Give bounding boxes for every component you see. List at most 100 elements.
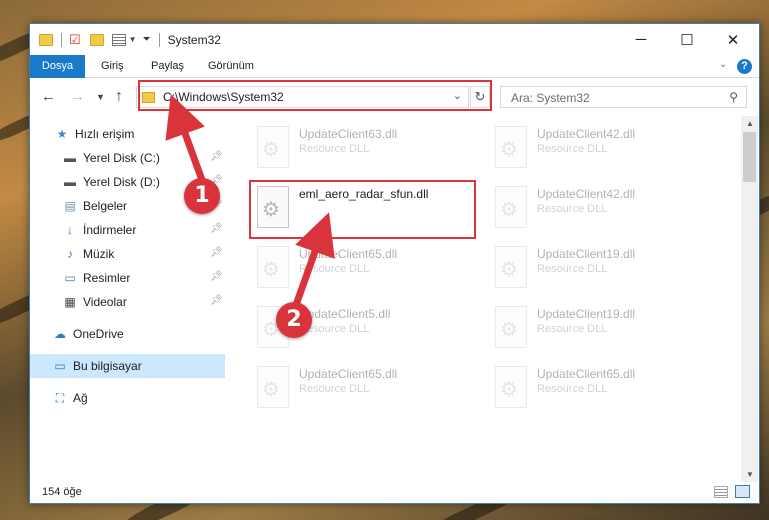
tab-share[interactable]: Paylaş bbox=[151, 55, 184, 78]
file-type: Resource DLL bbox=[299, 143, 370, 155]
sidebar-item-label: Yerel Disk (C:) bbox=[83, 151, 160, 165]
file-name: UpdateClient65.dll bbox=[537, 367, 636, 381]
file-name: UpdateClient65.dll bbox=[299, 367, 398, 381]
sidebar-item-drive-c[interactable]: ▬ Yerel Disk (C:) 📌︎ bbox=[30, 146, 225, 170]
file-type: Resource DLL bbox=[537, 323, 608, 335]
gear-icon: ⚙ bbox=[262, 379, 280, 401]
document-icon: ▤ bbox=[64, 199, 76, 213]
dll-file-icon: ⚙ bbox=[495, 306, 527, 348]
file-item[interactable]: ⚙ UpdateClient19.dll Resource DLL bbox=[489, 242, 719, 296]
file-name: UpdateClient19.dll bbox=[537, 307, 636, 321]
explorer-window: ☑ ▼ ⏷ System32 ─ ☐ ✕ Dosya Giriş Paylaş … bbox=[29, 23, 760, 504]
close-button[interactable]: ✕ bbox=[710, 24, 756, 55]
sidebar-item-this-pc[interactable]: ▭ Bu bilgisayar bbox=[30, 354, 225, 378]
gear-icon: ⚙ bbox=[262, 259, 280, 281]
file-name: UpdateClient63.dll bbox=[299, 127, 398, 141]
file-item[interactable]: ⚙ UpdateClient65.dll Resource DLL bbox=[489, 362, 719, 416]
dll-file-icon: ⚙ bbox=[257, 366, 289, 408]
file-item[interactable]: ⚙ UpdateClient65.dll Resource DLL bbox=[251, 362, 481, 416]
scroll-down-icon[interactable]: ▼ bbox=[746, 470, 754, 479]
sidebar-item-videos[interactable]: ▦ Videolar 📌︎ bbox=[30, 290, 225, 314]
sidebar-item-label: OneDrive bbox=[73, 327, 124, 341]
file-item[interactable]: ⚙ UpdateClient65.dll Resource DLL bbox=[251, 242, 481, 296]
back-button[interactable]: ← bbox=[41, 80, 56, 114]
gear-icon: ⚙ bbox=[500, 319, 518, 341]
cloud-icon: ☁ bbox=[54, 327, 66, 341]
music-icon: ♪ bbox=[67, 247, 73, 261]
minimize-button[interactable]: ─ bbox=[618, 24, 664, 55]
sidebar-item-quick-access[interactable]: ★ Hızlı erişim bbox=[30, 122, 225, 146]
step-2-badge: 2 bbox=[276, 302, 312, 338]
file-type: Resource DLL bbox=[537, 143, 608, 155]
customize-toolbar-icon[interactable]: ⏷ bbox=[143, 34, 151, 45]
chevron-down-icon[interactable]: ▼ bbox=[129, 35, 137, 44]
item-count: 154 öğe bbox=[42, 486, 82, 498]
sidebar-item-label: Hızlı erişim bbox=[75, 127, 135, 141]
expand-ribbon-icon[interactable]: ⌄ bbox=[719, 59, 727, 70]
file-item[interactable]: ⚙ UpdateClient42.dll Resource DLL bbox=[489, 182, 719, 236]
sidebar-item-network[interactable]: ⛶ Ağ bbox=[30, 386, 225, 410]
computer-icon: ▭ bbox=[54, 359, 66, 373]
file-highlight-box bbox=[249, 180, 476, 239]
dll-file-icon: ⚙ bbox=[495, 246, 527, 288]
sidebar-item-label: Bu bilgisayar bbox=[73, 359, 142, 373]
search-input[interactable]: Ara: System32 ⚲ bbox=[500, 86, 747, 108]
file-type: Resource DLL bbox=[299, 263, 370, 275]
pin-icon: 📌︎ bbox=[210, 151, 223, 162]
drive-icon: ▬ bbox=[64, 175, 76, 189]
sidebar-item-music[interactable]: ♪ Müzik 📌︎ bbox=[30, 242, 225, 266]
folder-icon bbox=[39, 33, 53, 46]
file-name: UpdateClient65.dll bbox=[299, 247, 398, 261]
gear-icon: ⚙ bbox=[500, 379, 518, 401]
properties-check-icon[interactable]: ☑ bbox=[69, 33, 81, 46]
large-icons-view-icon[interactable] bbox=[735, 485, 750, 498]
file-type: Resource DLL bbox=[537, 203, 608, 215]
tab-view[interactable]: Görünüm bbox=[208, 55, 254, 78]
details-view-icon[interactable] bbox=[714, 486, 728, 498]
vertical-scrollbar[interactable]: ▲ ▼ bbox=[741, 116, 758, 482]
file-item[interactable]: ⚙ UpdateClient19.dll Resource DLL bbox=[489, 302, 719, 356]
sidebar-item-onedrive[interactable]: ☁ OneDrive bbox=[30, 322, 225, 346]
maximize-button[interactable]: ☐ bbox=[664, 24, 710, 55]
sidebar-item-label: İndirmeler bbox=[83, 223, 137, 237]
file-name: UpdateClient42.dll bbox=[537, 127, 636, 141]
file-name: UpdateClient19.dll bbox=[537, 247, 636, 261]
sidebar-item-label: Ağ bbox=[73, 391, 88, 405]
title-bar: ☑ ▼ ⏷ System32 ─ ☐ ✕ bbox=[30, 24, 759, 55]
download-icon: ↓ bbox=[67, 223, 73, 237]
dll-file-icon: ⚙ bbox=[495, 366, 527, 408]
file-item[interactable]: ⚙ UpdateClient63.dll Resource DLL bbox=[251, 122, 481, 176]
search-icon[interactable]: ⚲ bbox=[729, 90, 738, 104]
separator bbox=[158, 32, 160, 47]
status-bar: 154 öğe bbox=[30, 482, 759, 504]
sidebar-item-pictures[interactable]: ▭ Resimler 📌︎ bbox=[30, 266, 225, 290]
dll-file-icon: ⚙ bbox=[257, 246, 289, 288]
new-folder-icon[interactable] bbox=[89, 33, 104, 46]
pin-icon: 📌︎ bbox=[210, 271, 223, 282]
properties-icon[interactable] bbox=[111, 33, 126, 46]
separator bbox=[61, 32, 62, 47]
window-title: System32 bbox=[167, 32, 221, 47]
scroll-up-icon[interactable]: ▲ bbox=[746, 119, 754, 128]
scrollbar-thumb[interactable] bbox=[743, 132, 756, 182]
file-item[interactable]: ⚙ UpdateClient42.dll Resource DLL bbox=[489, 122, 719, 176]
recent-locations-icon[interactable]: ▼ bbox=[96, 80, 105, 114]
step-1-badge: 1 bbox=[184, 178, 220, 214]
sidebar-item-label: Yerel Disk (D:) bbox=[83, 175, 160, 189]
navigation-pane: ★ Hızlı erişim ▬ Yerel Disk (C:) 📌︎ ▬ Ye… bbox=[30, 116, 226, 482]
forward-button[interactable]: → bbox=[70, 80, 85, 114]
gear-icon: ⚙ bbox=[500, 139, 518, 161]
help-icon[interactable]: ? bbox=[737, 59, 752, 74]
up-button[interactable]: ↑ bbox=[115, 80, 123, 114]
ribbon: Dosya Giriş Paylaş Görünüm ⌄ ? bbox=[30, 55, 759, 78]
address-highlight-box bbox=[138, 80, 492, 111]
sidebar-item-label: Resimler bbox=[83, 271, 131, 285]
gear-icon: ⚙ bbox=[500, 259, 518, 281]
dll-file-icon: ⚙ bbox=[495, 126, 527, 168]
sidebar-item-downloads[interactable]: ↓ İndirmeler 📌︎ bbox=[30, 218, 225, 242]
dll-file-icon: ⚙ bbox=[257, 126, 289, 168]
tab-home[interactable]: Giriş bbox=[101, 55, 124, 78]
pin-icon: 📌︎ bbox=[210, 295, 223, 306]
tab-file[interactable]: Dosya bbox=[30, 55, 85, 78]
search-placeholder: Ara: System32 bbox=[511, 91, 590, 105]
